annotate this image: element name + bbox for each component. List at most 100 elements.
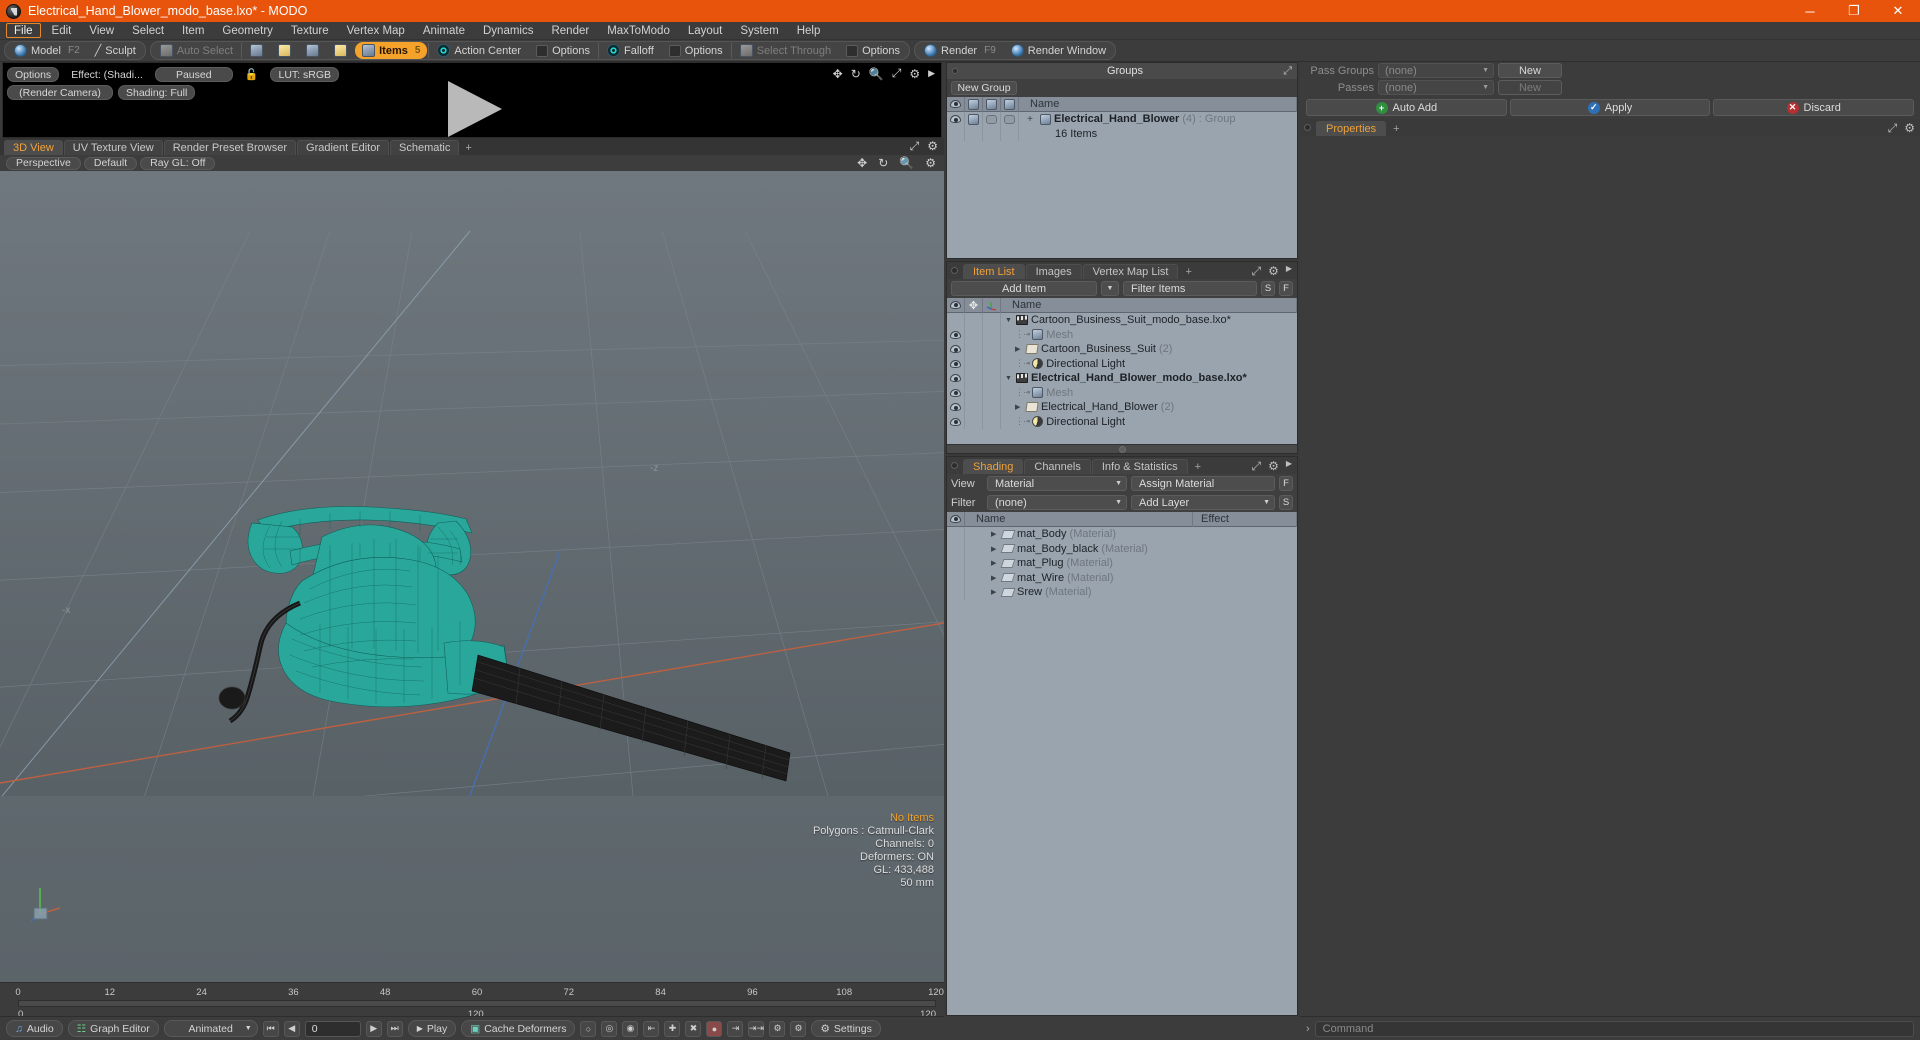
- maximize-panel-icon[interactable]: ⤢: [1283, 65, 1292, 78]
- row-lock-cell[interactable]: [965, 327, 983, 342]
- record-button[interactable]: ●: [706, 1020, 723, 1037]
- animated-dropdown[interactable]: Animated ▼: [163, 1020, 258, 1037]
- graph-editor-button[interactable]: ☷ Graph Editor: [67, 1020, 159, 1037]
- eye-icon[interactable]: [950, 330, 961, 339]
- timeline-ruler[interactable]: 0 12 24 36 48 60 72 84 96 108 120: [15, 987, 944, 1001]
- add-item-button[interactable]: Add Item: [951, 281, 1097, 296]
- gear-icon[interactable]: ⚙: [927, 139, 938, 154]
- settings-button[interactable]: ⚙ Settings: [811, 1020, 881, 1037]
- row-name-cell[interactable]: ▼ Electrical_Hand_Blower_modo_base.lxo*: [1001, 372, 1297, 384]
- pan-icon[interactable]: ✥: [833, 67, 843, 81]
- groups-table-body[interactable]: + Electrical_Hand_Blower (4) : Group 16 …: [947, 112, 1297, 258]
- add-item-dropdown-arrow[interactable]: ▼: [1101, 281, 1119, 296]
- passes-dropdown[interactable]: (none) ▼: [1378, 80, 1494, 95]
- render-button[interactable]: Render F9: [917, 42, 1003, 59]
- row-axis-cell[interactable]: [983, 327, 1001, 342]
- pass-groups-dropdown[interactable]: (none) ▼: [1378, 63, 1494, 78]
- tab-render-preset-browser[interactable]: Render Preset Browser: [163, 140, 297, 155]
- table-row[interactable]: ▶ Srew (Material): [947, 585, 1297, 600]
- timeline[interactable]: 0 12 24 36 48 60 72 84 96 108 120 0 120 …: [0, 982, 944, 1020]
- maximize-button[interactable]: ❐: [1832, 0, 1876, 22]
- table-row[interactable]: ▶ Cartoon_Business_Suit (2): [947, 342, 1297, 357]
- eye-icon[interactable]: [950, 345, 961, 354]
- preview-paused-button[interactable]: Paused: [154, 67, 233, 82]
- model-mode-button[interactable]: Model F2: [7, 42, 87, 59]
- gear-icon[interactable]: ⚙: [1904, 121, 1915, 136]
- menu-animate[interactable]: Animate: [414, 22, 474, 39]
- menu-item[interactable]: Item: [173, 22, 213, 39]
- pan-icon[interactable]: ✥: [857, 156, 867, 170]
- tab-images[interactable]: Images: [1025, 264, 1082, 279]
- assign-material-button[interactable]: Assign Material: [1131, 476, 1275, 491]
- minimize-button[interactable]: ─: [1788, 0, 1832, 22]
- filter-s-button[interactable]: S: [1261, 281, 1275, 296]
- row-eye-cell[interactable]: [947, 371, 965, 386]
- render-window-button[interactable]: Render Window: [1004, 42, 1113, 59]
- key-channel-button[interactable]: ◎: [601, 1020, 618, 1037]
- properties-content-area[interactable]: [1300, 136, 1920, 1016]
- row-eye-cell[interactable]: [947, 327, 965, 342]
- scrollbar-knob[interactable]: [1118, 445, 1126, 453]
- row-axis-cell[interactable]: [983, 414, 1001, 429]
- checkbox-icon[interactable]: [1004, 114, 1015, 124]
- viewport-raygl-chip[interactable]: Ray GL: Off: [140, 156, 216, 170]
- preview-effect-label[interactable]: Effect: (Shadi...: [64, 67, 150, 82]
- menu-select[interactable]: Select: [123, 22, 173, 39]
- row-name-cell[interactable]: ▶ mat_Plug (Material): [965, 557, 1193, 569]
- row-render-cell[interactable]: [965, 112, 983, 127]
- row-lock-cell[interactable]: [965, 371, 983, 386]
- table-row[interactable]: ▼ Electrical_Hand_Blower_modo_base.lxo*: [947, 371, 1297, 386]
- new-pass-group-button[interactable]: New: [1498, 63, 1562, 78]
- panel-menu-dot-icon[interactable]: [951, 462, 958, 469]
- add-tab-button[interactable]: +: [1189, 459, 1207, 474]
- row-eye-cell[interactable]: [947, 585, 965, 600]
- row-name-cell[interactable]: ⋮··▪ Directional Light: [1001, 416, 1297, 428]
- eye-icon[interactable]: [950, 403, 961, 412]
- view-dropdown[interactable]: Material ▼: [987, 476, 1127, 491]
- eye-icon[interactable]: [950, 374, 961, 383]
- row-eye-cell[interactable]: [947, 313, 965, 328]
- row-eye-cell[interactable]: [947, 385, 965, 400]
- vertex-mode-button[interactable]: [243, 42, 270, 59]
- tab-channels[interactable]: Channels: [1024, 459, 1091, 474]
- menu-layout[interactable]: Layout: [679, 22, 732, 39]
- table-row[interactable]: ⋮··▪ Mesh: [947, 385, 1297, 400]
- menu-edit[interactable]: Edit: [43, 22, 81, 39]
- row-axis-cell[interactable]: [983, 342, 1001, 357]
- menu-geometry[interactable]: Geometry: [213, 22, 282, 39]
- row-eye-cell[interactable]: [947, 527, 965, 542]
- row-name-cell[interactable]: ▶ Srew (Material): [965, 586, 1193, 598]
- row-name-cell[interactable]: ⋮··▪ Mesh: [1001, 387, 1297, 399]
- table-row[interactable]: ▶ Electrical_Hand_Blower (2): [947, 400, 1297, 415]
- row-lock-cell[interactable]: [965, 414, 983, 429]
- audio-button[interactable]: ♫ Audio: [6, 1020, 63, 1037]
- next-key-button[interactable]: ⇥: [727, 1020, 744, 1037]
- eye-icon[interactable]: [950, 417, 961, 426]
- key-item-button[interactable]: ◉: [622, 1020, 639, 1037]
- cache-deformers-button[interactable]: ▣ Cache Deformers: [461, 1020, 576, 1037]
- rotate-icon[interactable]: ↻: [878, 156, 888, 170]
- menu-texture[interactable]: Texture: [282, 22, 338, 39]
- tab-uv-texture-view[interactable]: UV Texture View: [63, 140, 163, 155]
- checkbox-icon[interactable]: [986, 114, 997, 124]
- eye-icon[interactable]: [950, 359, 961, 368]
- row-lock-cell[interactable]: [965, 356, 983, 371]
- row-lock-cell[interactable]: [965, 342, 983, 357]
- item-list-table-body[interactable]: ▼ Cartoon_Business_Suit_modo_base.lxo* ⋮…: [947, 313, 1297, 444]
- shading-s-button[interactable]: S: [1279, 495, 1293, 510]
- menu-view[interactable]: View: [80, 22, 123, 39]
- play-overlay-icon[interactable]: [448, 81, 502, 137]
- key-create-button[interactable]: ✚: [664, 1020, 681, 1037]
- select-through-options-button[interactable]: Options: [839, 42, 907, 59]
- tab-info-statistics[interactable]: Info & Statistics: [1091, 459, 1188, 474]
- row-axis-cell[interactable]: [983, 385, 1001, 400]
- timeline-scrub-bar[interactable]: [18, 1000, 936, 1007]
- twisty-icon[interactable]: ▼: [1005, 375, 1013, 382]
- close-button[interactable]: ✕: [1876, 0, 1920, 22]
- preview-options-button[interactable]: Options: [7, 67, 60, 82]
- row-eye-cell[interactable]: [947, 414, 965, 429]
- gear-icon[interactable]: ⚙: [909, 67, 920, 81]
- row-eye-cell[interactable]: [947, 541, 965, 556]
- twisty-icon[interactable]: ▶: [991, 559, 999, 567]
- row-axis-cell[interactable]: [983, 371, 1001, 386]
